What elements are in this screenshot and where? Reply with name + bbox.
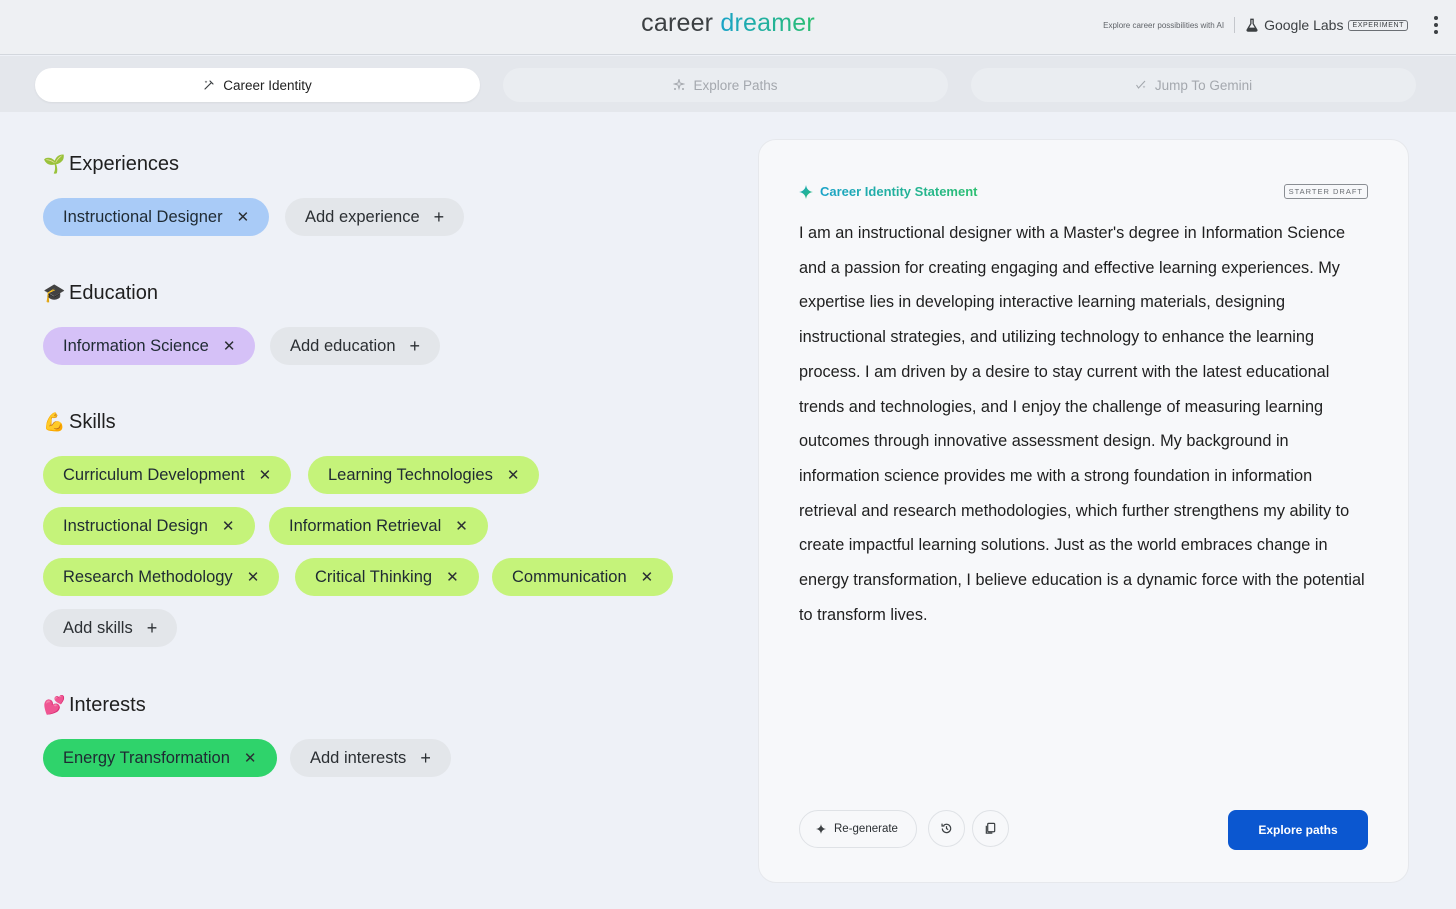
chip-label: Learning Technologies [328,465,493,484]
tab-jump-to-gemini[interactable]: Jump To Gemini [971,68,1416,102]
remove-icon[interactable]: ✕ [507,468,520,483]
chip-label: Energy Transformation [63,748,230,767]
plus-icon: + [433,206,445,227]
flexed-arm-icon: 💪 [43,412,66,432]
copy-button[interactable] [972,810,1009,847]
education-chip[interactable]: Information Science ✕ [43,327,256,365]
add-education-button[interactable]: Add education + [270,327,441,365]
remove-icon[interactable]: ✕ [641,570,654,585]
logo-word-dreamer: dreamer [720,9,815,37]
experiences-title: Experiences [69,153,180,175]
google-labs-link[interactable]: Google Labs EXPERIMENT [1245,17,1408,33]
chip-label: Add skills [63,618,133,637]
identity-statement: I am an instructional designer with a Ma… [799,224,1365,624]
starter-draft-badge: STARTER DRAFT [1283,184,1368,199]
interest-chip[interactable]: Energy Transformation ✕ [43,739,277,777]
remove-icon[interactable]: ✕ [223,339,236,354]
flask-icon [1246,18,1258,32]
logo-word-career: career [641,9,714,37]
add-experience-button[interactable]: Add experience + [285,198,465,236]
experiment-badge: EXPERIMENT [1348,19,1408,31]
remove-icon[interactable]: ✕ [222,519,235,534]
chip-label: Add interests [310,748,407,767]
chip-label: Add experience [305,207,420,226]
skills-title: Skills [69,411,116,433]
remove-icon[interactable]: ✕ [446,570,459,585]
education-title: Education [69,282,158,304]
education-heading: 🎓 Education [43,282,158,305]
plus-icon: + [146,617,158,638]
skill-chip[interactable]: Curriculum Development ✕ [43,456,292,494]
interests-heading: 💕 Interests [43,694,146,717]
tab-label: Jump To Gemini [1154,77,1253,93]
chip-label: Information Retrieval [289,516,442,535]
chip-label: Critical Thinking [315,567,433,586]
plus-icon: + [409,335,421,356]
experience-chip[interactable]: Instructional Designer ✕ [43,198,270,236]
google-labs-label: Google Labs [1264,17,1344,33]
history-icon [941,823,952,834]
sparkle-cluster-icon [673,79,686,91]
remove-icon[interactable]: ✕ [259,468,272,483]
chip-label: Add education [290,336,396,355]
chip-label: Research Methodology [63,567,233,586]
pencil-sparkle-icon [204,80,214,90]
more-options-icon[interactable] [1434,16,1438,34]
skills-heading: 💪 Skills [43,411,116,434]
tab-explore-paths[interactable]: Explore Paths [503,68,948,102]
tab-label: Career Identity [223,77,312,93]
interests-title: Interests [69,694,146,716]
two-hearts-icon: 💕 [43,695,66,715]
gemini-sparkle-icon [1135,80,1146,89]
tab-label: Explore Paths [693,77,778,93]
card-title-text: Career Identity Statement [820,184,978,199]
chip-label: Instructional Designer [63,207,223,226]
skill-chip[interactable]: Critical Thinking ✕ [295,558,479,596]
chip-label: Instructional Design [63,516,208,535]
sparkle-icon [799,184,813,199]
skill-chip[interactable]: Instructional Design ✕ [43,507,255,545]
skill-chip[interactable]: Learning Technologies ✕ [308,456,540,494]
graduation-cap-icon: 🎓 [43,283,66,303]
app-header: career dreamer Explore career possibilit… [0,0,1456,55]
tab-bar: Career Identity Explore Paths Jump To Ge… [0,56,1456,112]
skill-chip[interactable]: Communication ✕ [492,558,674,596]
copy-icon [985,822,996,834]
add-interests-button[interactable]: Add interests + [290,739,451,777]
card-title: Career Identity Statement [799,184,978,199]
remove-icon[interactable]: ✕ [247,570,260,585]
remove-icon[interactable]: ✕ [455,519,468,534]
remove-icon[interactable]: ✕ [237,210,250,225]
tagline: Explore career possibilities with AI [1103,20,1225,30]
header-divider [1234,17,1236,33]
career-identity-card: Career Identity Statement STARTER DRAFT … [758,139,1409,883]
tab-career-identity[interactable]: Career Identity [35,68,480,102]
chip-label: Curriculum Development [63,465,245,484]
remove-icon[interactable]: ✕ [244,751,257,766]
add-skills-button[interactable]: Add skills + [43,609,178,647]
regenerate-button[interactable]: Re-generate [799,810,917,848]
chip-label: Communication [512,567,627,586]
header-right: Explore career possibilities with AI Goo… [1103,14,1438,36]
sparkle-icon [816,824,826,834]
experiences-heading: 🌱 Experiences [43,153,179,176]
chip-label: Information Science [63,336,209,355]
seedling-icon: 🌱 [43,154,66,174]
regenerate-label: Re-generate [834,823,898,835]
plus-icon: + [420,747,431,768]
history-button[interactable] [928,810,965,847]
explore-paths-button[interactable]: Explore paths [1228,810,1368,850]
skill-chip[interactable]: Information Retrieval ✕ [269,507,488,545]
skill-chip[interactable]: Research Methodology ✕ [43,558,280,596]
